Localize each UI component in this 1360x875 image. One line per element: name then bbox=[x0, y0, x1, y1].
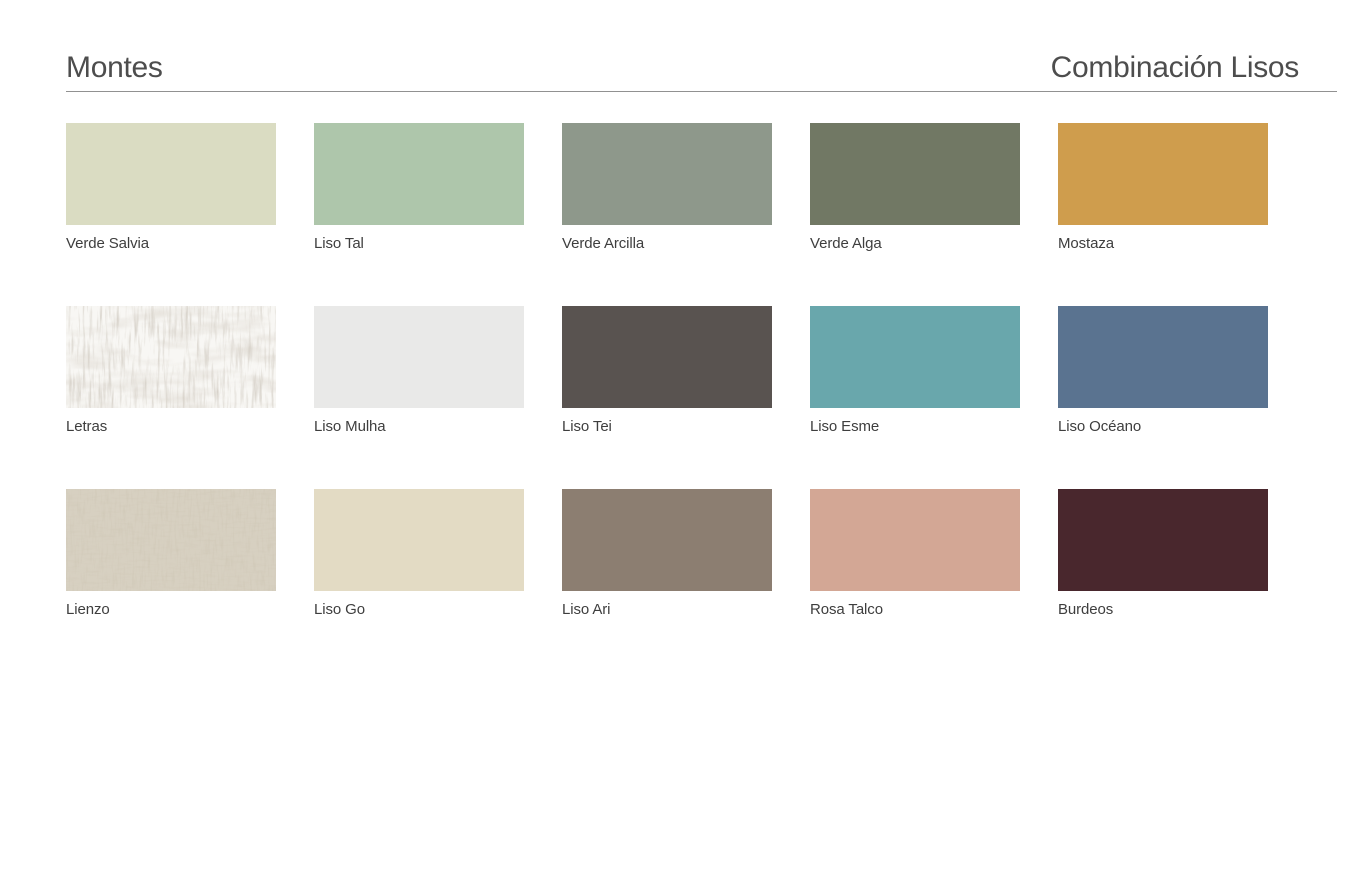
swatch-card: Liso Mulha bbox=[314, 306, 524, 435]
swatch-label: Burdeos bbox=[1058, 602, 1268, 618]
swatch-card: Verde Salvia bbox=[66, 123, 276, 252]
swatch-tile bbox=[314, 123, 524, 225]
swatch-grid: Verde Salvia Liso Tal Verde Arcilla Verde A… bbox=[66, 123, 1268, 618]
swatch-label: Rosa Talco bbox=[810, 602, 1020, 618]
swatch-tile bbox=[810, 123, 1020, 225]
swatch-card: Lienzo bbox=[66, 489, 276, 618]
swatch-label: Liso Go bbox=[314, 602, 524, 618]
swatch-card: Mostaza bbox=[1058, 123, 1268, 252]
swatch-label: Verde Alga bbox=[810, 236, 1020, 252]
swatch-tile bbox=[1058, 489, 1268, 591]
catalog-page: Montes Combinación Lisos Verde Salvia Lis… bbox=[0, 0, 1360, 875]
swatch-label: Verde Arcilla bbox=[562, 236, 772, 252]
swatch-card: Liso Tal bbox=[314, 123, 524, 252]
swatch-card: Liso Ari bbox=[562, 489, 772, 618]
swatch-tile bbox=[314, 306, 524, 408]
swatch-tile bbox=[66, 123, 276, 225]
letras-texture bbox=[66, 306, 276, 408]
swatch-card: Liso Go bbox=[314, 489, 524, 618]
swatch-tile bbox=[314, 489, 524, 591]
swatch-label: Letras bbox=[66, 419, 276, 435]
swatch-card: Rosa Talco bbox=[810, 489, 1020, 618]
swatch-tile bbox=[562, 489, 772, 591]
lienzo-texture bbox=[66, 489, 276, 591]
swatch-tile bbox=[562, 123, 772, 225]
swatch-card: Verde Alga bbox=[810, 123, 1020, 252]
swatch-card: Liso Tei bbox=[562, 306, 772, 435]
swatch-tile bbox=[1058, 306, 1268, 408]
swatch-card: Liso Océano bbox=[1058, 306, 1268, 435]
swatch-label: Lienzo bbox=[66, 602, 276, 618]
combination-title: Combinación Lisos bbox=[1051, 52, 1337, 84]
swatch-card: Verde Arcilla bbox=[562, 123, 772, 252]
collection-title: Montes bbox=[66, 52, 163, 84]
swatch-tile bbox=[66, 489, 276, 591]
swatch-tile bbox=[810, 489, 1020, 591]
swatch-label: Liso Tal bbox=[314, 236, 524, 252]
swatch-label: Mostaza bbox=[1058, 236, 1268, 252]
swatch-card: Liso Esme bbox=[810, 306, 1020, 435]
swatch-label: Liso Esme bbox=[810, 419, 1020, 435]
page-header: Montes Combinación Lisos bbox=[66, 52, 1337, 92]
swatch-label: Verde Salvia bbox=[66, 236, 276, 252]
swatch-label: Liso Tei bbox=[562, 419, 772, 435]
swatch-label: Liso Océano bbox=[1058, 419, 1268, 435]
swatch-tile bbox=[66, 306, 276, 408]
swatch-tile bbox=[562, 306, 772, 408]
swatch-label: Liso Ari bbox=[562, 602, 772, 618]
swatch-tile bbox=[1058, 123, 1268, 225]
swatch-tile bbox=[810, 306, 1020, 408]
swatch-label: Liso Mulha bbox=[314, 419, 524, 435]
swatch-card: Burdeos bbox=[1058, 489, 1268, 618]
swatch-card: Letras bbox=[66, 306, 276, 435]
